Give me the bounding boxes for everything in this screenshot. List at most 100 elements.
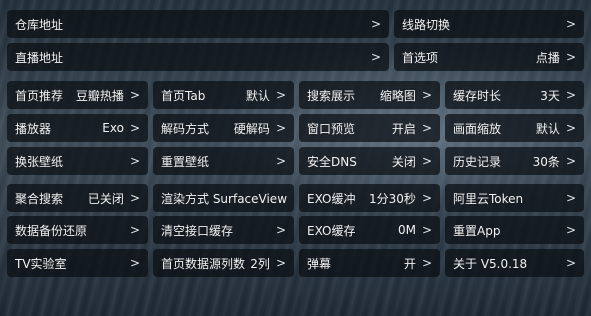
chevron-right-icon: > [293, 191, 294, 205]
setting-label: 关于 V5.0.18 [453, 256, 528, 271]
chevron-right-icon: > [421, 88, 432, 102]
chevron-right-icon: > [370, 50, 381, 64]
setting-preference[interactable]: 首选项 点播 > [394, 43, 584, 71]
setting-label: 重置壁纸 [161, 154, 210, 169]
setting-label: EXO缓存 [307, 223, 356, 238]
setting-window-preview[interactable]: 窗口预览 开启 > [299, 114, 440, 142]
setting-label: 数据备份还原 [15, 223, 88, 238]
chevron-right-icon: > [129, 191, 140, 205]
setting-value: 2列 [250, 256, 270, 271]
setting-label: 首页数据源列数 [161, 256, 246, 271]
setting-label: 线路切换 [402, 17, 451, 32]
setting-value: 点播 [535, 50, 560, 65]
setting-search-display[interactable]: 搜索展示 缩略图 > [299, 81, 440, 109]
chevron-right-icon: > [421, 191, 432, 205]
setting-label: 仓库地址 [15, 17, 64, 32]
setting-value: 开启 [391, 121, 416, 136]
chevron-right-icon: > [565, 50, 576, 64]
setting-aliyun-token[interactable]: 阿里云Token > [445, 184, 584, 212]
setting-value: 默认 [245, 88, 270, 103]
chevron-right-icon: > [421, 121, 432, 135]
setting-clear-api-cache[interactable]: 清空接口缓存 > [153, 216, 294, 244]
setting-label: 历史记录 [453, 154, 502, 169]
setting-label: 画面缩放 [453, 121, 502, 136]
setting-label: 阿里云Token [453, 191, 524, 206]
setting-tv-lab[interactable]: TV实验室 > [7, 249, 148, 277]
chevron-right-icon: > [129, 256, 140, 270]
setting-label: 重置App [453, 223, 501, 238]
setting-value: 默认 [535, 121, 560, 136]
setting-label: 安全DNS [307, 154, 357, 169]
chevron-right-icon: > [129, 121, 140, 135]
setting-data-backup[interactable]: 数据备份还原 > [7, 216, 148, 244]
setting-secure-dns[interactable]: 安全DNS 关闭 > [299, 147, 440, 175]
setting-value: 3天 [540, 88, 560, 103]
setting-route-switch[interactable]: 线路切换 > [394, 10, 584, 38]
chevron-right-icon: > [565, 17, 576, 31]
chevron-right-icon: > [275, 88, 286, 102]
setting-label: 首选项 [402, 50, 439, 65]
setting-value: 关闭 [391, 154, 416, 169]
setting-label: 窗口预览 [307, 121, 356, 136]
setting-value: 硬解码 [233, 121, 270, 136]
setting-value: 已关闭 [87, 191, 124, 206]
setting-about[interactable]: 关于 V5.0.18 > [445, 249, 584, 277]
setting-value: 0M [397, 223, 416, 237]
setting-label: 播放器 [15, 121, 52, 136]
setting-history[interactable]: 历史记录 30条 > [445, 147, 584, 175]
setting-label: 渲染方式 SurfaceView [161, 191, 288, 206]
setting-aggregate-search[interactable]: 聚合搜索 已关闭 > [7, 184, 148, 212]
setting-exo-buffer[interactable]: EXO缓冲 1分30秒 > [299, 184, 440, 212]
setting-label: 首页Tab [161, 88, 206, 103]
setting-reset-app[interactable]: 重置App > [445, 216, 584, 244]
chevron-right-icon: > [275, 223, 286, 237]
chevron-right-icon: > [275, 121, 286, 135]
chevron-right-icon: > [565, 223, 576, 237]
setting-label: 首页推荐 [15, 88, 64, 103]
setting-home-tab[interactable]: 首页Tab 默认 > [153, 81, 294, 109]
chevron-right-icon: > [129, 223, 140, 237]
chevron-right-icon: > [275, 154, 286, 168]
setting-label: 聚合搜索 [15, 191, 64, 206]
setting-cache-duration[interactable]: 缓存时长 3天 > [445, 81, 584, 109]
setting-label: 直播地址 [15, 50, 64, 65]
setting-label: 弹幕 [307, 256, 332, 271]
setting-label: 解码方式 [161, 121, 210, 136]
setting-label: TV实验室 [15, 256, 67, 271]
setting-render-mode[interactable]: 渲染方式 SurfaceView > [153, 184, 294, 212]
setting-value: 豆瓣热播 [75, 88, 124, 103]
setting-label: EXO缓冲 [307, 191, 356, 206]
chevron-right-icon: > [421, 223, 432, 237]
chevron-right-icon: > [129, 154, 140, 168]
setting-reset-wallpaper[interactable]: 重置壁纸 > [153, 147, 294, 175]
setting-repo-address[interactable]: 仓库地址 > [7, 10, 389, 38]
setting-home-recommend[interactable]: 首页推荐 豆瓣热播 > [7, 81, 148, 109]
chevron-right-icon: > [565, 256, 576, 270]
setting-change-wallpaper[interactable]: 换张壁纸 > [7, 147, 148, 175]
chevron-right-icon: > [275, 256, 286, 270]
setting-value: 1分30秒 [369, 191, 416, 206]
setting-value: Exo [102, 121, 124, 135]
chevron-right-icon: > [565, 121, 576, 135]
setting-home-source-columns[interactable]: 首页数据源列数 2列 > [153, 249, 294, 277]
chevron-right-icon: > [370, 17, 381, 31]
setting-picture-scale[interactable]: 画面缩放 默认 > [445, 114, 584, 142]
chevron-right-icon: > [565, 88, 576, 102]
chevron-right-icon: > [421, 256, 432, 270]
chevron-right-icon: > [565, 154, 576, 168]
chevron-right-icon: > [421, 154, 432, 168]
setting-label: 缓存时长 [453, 88, 502, 103]
setting-live-address[interactable]: 直播地址 > [7, 43, 389, 71]
setting-exo-cache[interactable]: EXO缓存 0M > [299, 216, 440, 244]
chevron-right-icon: > [129, 88, 140, 102]
setting-decode-mode[interactable]: 解码方式 硬解码 > [153, 114, 294, 142]
setting-label: 换张壁纸 [15, 154, 64, 169]
chevron-right-icon: > [565, 191, 576, 205]
setting-value: 30条 [532, 154, 560, 169]
setting-danmaku[interactable]: 弹幕 开 > [299, 249, 440, 277]
setting-value: 缩略图 [379, 88, 416, 103]
setting-value: 开 [403, 256, 416, 271]
setting-label: 搜索展示 [307, 88, 356, 103]
setting-player[interactable]: 播放器 Exo > [7, 114, 148, 142]
setting-label: 清空接口缓存 [161, 223, 234, 238]
